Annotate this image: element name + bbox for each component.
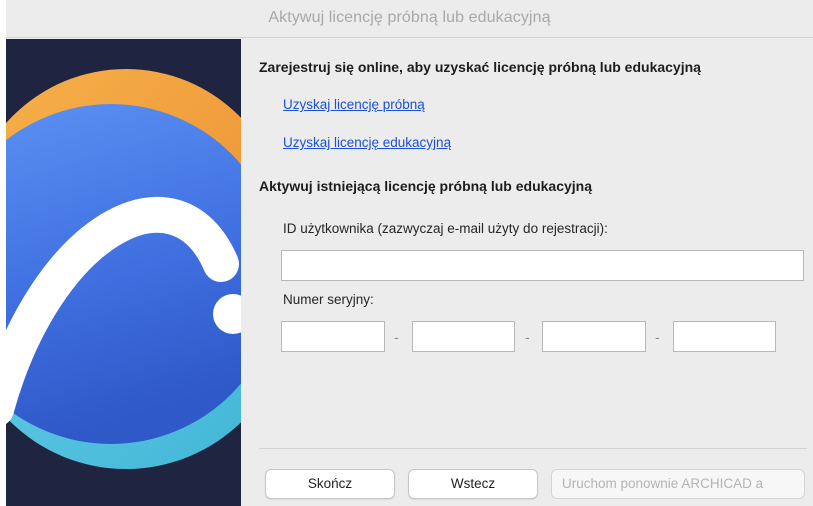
footer-divider: [259, 448, 807, 449]
serial-field-1[interactable]: [281, 321, 385, 352]
serial-separator: -: [394, 329, 399, 345]
serial-separator: -: [525, 329, 530, 345]
serial-number-label: Numer seryjny:: [283, 292, 374, 307]
restart-archicad-button[interactable]: Uruchom ponownie ARCHICAD a: [551, 469, 805, 499]
finish-button[interactable]: Skończ: [265, 469, 395, 499]
activate-existing-heading: Aktywuj istniejącą licencję próbną lub e…: [259, 178, 592, 194]
dialog-content: Zarejestruj się online, aby uzyskać lice…: [241, 39, 813, 506]
back-button[interactable]: Wstecz: [408, 469, 538, 499]
serial-field-3[interactable]: [542, 321, 646, 352]
serial-field-4[interactable]: [673, 321, 776, 352]
logo-illustration-icon: [6, 39, 241, 506]
archicad-logo-artwork: [6, 39, 241, 506]
window-title: Aktywuj licencję próbną lub edukacyjną: [268, 9, 551, 26]
license-dialog-window: Aktywuj licencję próbną lub edukacyjną Z…: [6, 0, 813, 506]
register-online-heading: Zarejestruj się online, aby uzyskać lice…: [259, 59, 701, 75]
get-trial-license-link[interactable]: Uzyskaj licencję próbną: [283, 97, 425, 112]
serial-field-2[interactable]: [412, 321, 515, 352]
user-id-input[interactable]: [281, 250, 804, 281]
title-bar: Aktywuj licencję próbną lub edukacyjną: [6, 0, 813, 38]
user-id-label: ID użytkownika (zazwyczaj e-mail użyty d…: [283, 221, 608, 236]
get-edu-license-link[interactable]: Uzyskaj licencję edukacyjną: [283, 135, 451, 150]
serial-separator: -: [655, 329, 660, 345]
